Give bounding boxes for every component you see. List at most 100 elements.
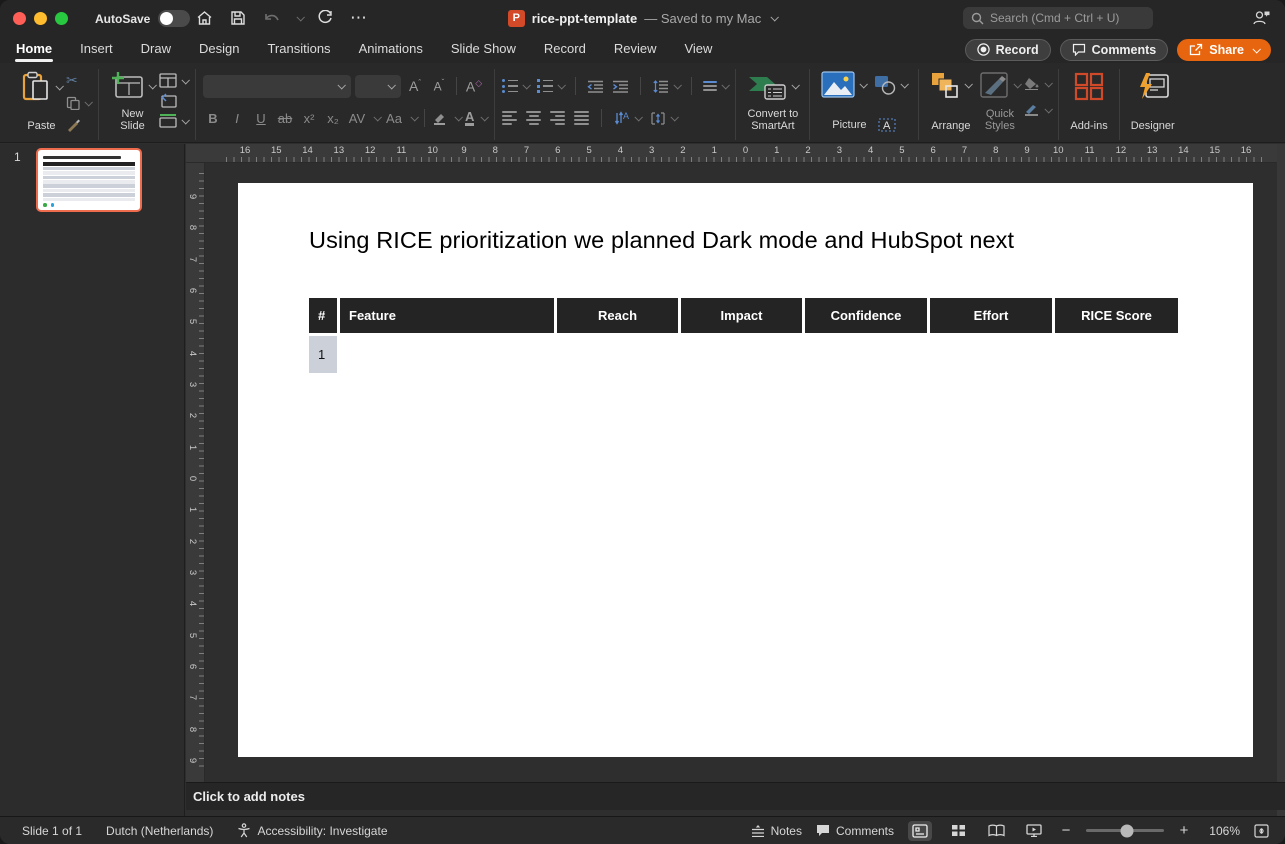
- highlight-button[interactable]: [432, 111, 448, 125]
- align-text-button[interactable]: [650, 110, 677, 127]
- vertical-scrollbar[interactable]: [1277, 144, 1285, 816]
- close-window-button[interactable]: [13, 12, 26, 25]
- autosave-toggle[interactable]: [158, 10, 190, 27]
- tab-insert[interactable]: Insert: [79, 37, 114, 63]
- strikethrough-button[interactable]: ab: [275, 111, 295, 126]
- justify-button[interactable]: [574, 111, 589, 125]
- slide-1-thumbnail[interactable]: [36, 148, 142, 212]
- zoom-window-button[interactable]: [55, 12, 68, 25]
- zoom-slider[interactable]: [1086, 829, 1164, 832]
- cut-button[interactable]: ✂: [66, 72, 91, 89]
- document-title-chevron-icon[interactable]: [771, 13, 779, 21]
- table-header-cell[interactable]: Feature: [340, 298, 554, 333]
- superscript-button[interactable]: x²: [299, 111, 319, 126]
- tab-review[interactable]: Review: [613, 37, 658, 63]
- line-spacing-button[interactable]: [652, 78, 680, 95]
- paste-button[interactable]: Paste: [17, 69, 66, 135]
- layout-button[interactable]: [159, 72, 188, 89]
- undo-icon[interactable]: [260, 6, 284, 30]
- bold-button[interactable]: B: [203, 111, 223, 126]
- zoom-out-button[interactable]: −: [1060, 822, 1072, 839]
- language-indicator[interactable]: Dutch (Netherlands): [106, 824, 213, 838]
- bullets-button[interactable]: [502, 78, 529, 95]
- undo-chevron-icon[interactable]: [296, 13, 304, 21]
- align-center-button[interactable]: [526, 111, 541, 125]
- slideshow-view-button[interactable]: [1022, 821, 1046, 841]
- text-box-icon[interactable]: A: [877, 117, 897, 133]
- increase-indent-button[interactable]: [612, 78, 629, 95]
- columns-button[interactable]: [703, 78, 728, 95]
- align-left-button[interactable]: [502, 111, 517, 125]
- slide-title[interactable]: Using RICE prioritization we planned Dar…: [309, 227, 1014, 254]
- reset-button[interactable]: [159, 92, 188, 109]
- shrink-font-button[interactable]: Aˇ: [429, 78, 449, 93]
- italic-button[interactable]: I: [227, 111, 247, 126]
- save-icon[interactable]: [226, 6, 250, 30]
- normal-view-button[interactable]: [908, 821, 932, 841]
- underline-button[interactable]: U: [251, 111, 271, 126]
- tab-draw[interactable]: Draw: [140, 37, 172, 63]
- tab-animations[interactable]: Animations: [358, 37, 424, 63]
- redo-icon[interactable]: [313, 6, 337, 30]
- minimize-window-button[interactable]: [34, 12, 47, 25]
- designer-button[interactable]: Designer: [1127, 69, 1179, 135]
- zoom-in-button[interactable]: +: [1178, 822, 1190, 839]
- home-icon[interactable]: [192, 6, 216, 30]
- search-input[interactable]: [990, 11, 1145, 25]
- subscript-button[interactable]: x₂: [323, 111, 343, 126]
- search-box[interactable]: [963, 7, 1153, 29]
- tab-slide-show[interactable]: Slide Show: [450, 37, 517, 63]
- shape-outline-button[interactable]: [1024, 101, 1051, 118]
- reading-view-button[interactable]: [984, 821, 1008, 841]
- table-header-cell[interactable]: Reach: [557, 298, 678, 333]
- slide-canvas[interactable]: Using RICE prioritization we planned Dar…: [238, 183, 1253, 757]
- share-button[interactable]: Share: [1177, 39, 1271, 61]
- notes-toggle-button[interactable]: Notes: [751, 824, 802, 838]
- accessibility-status[interactable]: Accessibility: Investigate: [237, 823, 387, 838]
- tab-view[interactable]: View: [683, 37, 713, 63]
- numbering-button[interactable]: [537, 78, 564, 95]
- align-right-button[interactable]: [550, 111, 565, 125]
- table-header-cell[interactable]: #: [309, 298, 337, 333]
- tab-record[interactable]: Record: [543, 37, 587, 63]
- tab-transitions[interactable]: Transitions: [266, 37, 331, 63]
- addins-button[interactable]: Add-ins: [1066, 69, 1111, 135]
- slide-sorter-view-button[interactable]: [946, 821, 970, 841]
- character-spacing-button[interactable]: AV: [347, 111, 367, 126]
- table-header-cell[interactable]: Effort: [930, 298, 1052, 333]
- copy-button[interactable]: [66, 94, 91, 111]
- arrange-button[interactable]: Arrange: [926, 69, 975, 135]
- more-toolbar-icon[interactable]: ⋯: [347, 6, 371, 30]
- format-painter-icon[interactable]: [66, 116, 91, 133]
- table-header-cell[interactable]: Impact: [681, 298, 802, 333]
- convert-to-smartart-button[interactable]: Convert to SmartArt: [743, 69, 802, 135]
- clear-formatting-button[interactable]: A◇: [464, 78, 484, 94]
- font-color-button[interactable]: A: [465, 110, 474, 126]
- table-row-number-cell[interactable]: 1: [309, 336, 337, 373]
- font-name-select[interactable]: [203, 75, 351, 98]
- section-button[interactable]: [159, 112, 188, 129]
- new-slide-button[interactable]: New Slide: [106, 69, 159, 135]
- zoom-slider-knob[interactable]: [1120, 824, 1133, 837]
- font-size-select[interactable]: [355, 75, 401, 98]
- vertical-ruler-numbers: 9876543210123456789: [186, 191, 199, 766]
- slide-counter[interactable]: Slide 1 of 1: [22, 824, 82, 838]
- change-case-button[interactable]: Aa: [384, 111, 404, 126]
- shape-fill-button[interactable]: [1024, 75, 1051, 92]
- decrease-indent-button[interactable]: [587, 78, 604, 95]
- comments-toggle-button[interactable]: Comments: [816, 824, 894, 838]
- tab-home[interactable]: Home: [15, 37, 53, 63]
- text-direction-button[interactable]: A: [614, 110, 641, 127]
- notes-pane[interactable]: Click to add notes: [186, 782, 1285, 810]
- record-button[interactable]: Record: [965, 39, 1051, 61]
- table-header-cell[interactable]: RICE Score: [1055, 298, 1178, 333]
- tab-design[interactable]: Design: [198, 37, 240, 63]
- account-icon[interactable]: [1252, 8, 1271, 26]
- zoom-percentage[interactable]: 106%: [1204, 824, 1240, 838]
- comments-button[interactable]: Comments: [1060, 39, 1169, 61]
- fit-to-window-button[interactable]: [1254, 824, 1269, 838]
- table-header-cell[interactable]: Confidence: [805, 298, 927, 333]
- quick-styles-button[interactable]: Quick Styles: [975, 69, 1024, 135]
- grow-font-button[interactable]: Aˆ: [405, 78, 425, 94]
- picture-button[interactable]: Picture A: [817, 69, 911, 135]
